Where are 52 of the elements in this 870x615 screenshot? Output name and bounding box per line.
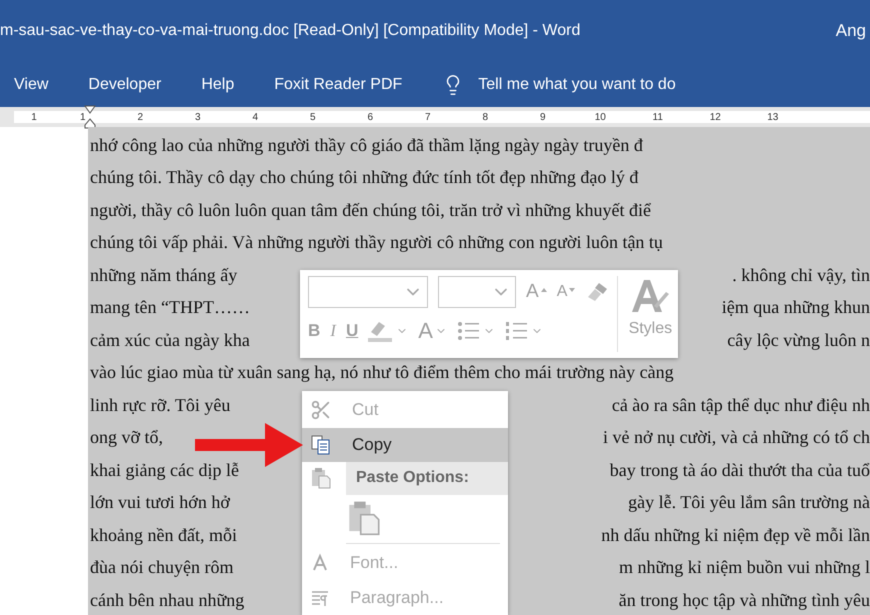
document-text: bay trong tà áo dài thướt tha của tuổ bbox=[610, 460, 870, 481]
document-text: iệm qua những khun bbox=[722, 297, 870, 318]
shrink-font-button[interactable]: A bbox=[556, 283, 576, 301]
document-text: i vẻ nở nụ cười, và cả những có tổ ch bbox=[603, 427, 870, 448]
italic-button[interactable]: I bbox=[330, 321, 336, 341]
document-text: lớn vui tươi hớn hở bbox=[90, 492, 230, 514]
document-text: cả ào ra sân tập thể dục như điệu nh bbox=[612, 394, 870, 416]
window-title: m-sau-sac-ve-thay-co-va-mai-truong.doc [Read-Only] [Compatibility Mode] - Word bbox=[0, 22, 580, 40]
copy-icon bbox=[310, 434, 332, 456]
document-text: vào lúc giao mùa từ xuân sang hạ, nó như tô điểm thêm cho mái trường này càng bbox=[90, 362, 674, 384]
ribbon-tab[interactable]: Help bbox=[201, 76, 234, 94]
font-size-field[interactable] bbox=[438, 276, 516, 308]
document-text: đùa nói chuyện rôm bbox=[90, 557, 234, 578]
document-text: linh rực rỡ. Tôi yêu bbox=[90, 394, 230, 416]
document-text: những năm tháng ấy bbox=[90, 264, 238, 286]
document-text: ong vỡ tổ, bbox=[90, 427, 164, 448]
document-text: cánh bên nhau những bbox=[90, 590, 244, 611]
document-text: người, thầy cô luôn luôn quan tâm đến chúng tôi, trăn trở vì những khuyết điể bbox=[90, 200, 651, 221]
font-color-button[interactable]: A bbox=[418, 318, 447, 344]
cut-icon bbox=[310, 399, 332, 422]
font-name-field[interactable] bbox=[308, 276, 428, 308]
document-text: cảm xúc của ngày kha bbox=[90, 330, 250, 351]
brush-icon[interactable] bbox=[585, 281, 610, 303]
ribbon-tab[interactable]: Developer bbox=[88, 76, 162, 94]
font-icon bbox=[310, 553, 330, 574]
document-text: m những kỉ niệm buồn vui những l bbox=[618, 557, 870, 578]
document-text: cây lộc vừng luôn n bbox=[727, 330, 870, 351]
document-text: khoảng nền đất, mỗi bbox=[90, 524, 237, 546]
document-text: gày lễ. Tôi yêu lắm sân trường nà bbox=[628, 492, 870, 514]
document-text: mang tên “THPT…… bbox=[90, 297, 250, 318]
menu-item[interactable]: Copy bbox=[302, 428, 508, 462]
document-text: chúng tôi. Thầy cô dạy cho chúng tôi những đức tính tốt đẹp những đạo lý đ bbox=[90, 167, 638, 188]
document-text: ăn trong học tập và những tình yêu bbox=[618, 590, 870, 611]
indent-marker-icon[interactable] bbox=[84, 105, 96, 129]
document-text: nhớ công lao của những người thầy cô giáo đã thầm lặng ngày ngày truyền đ bbox=[90, 134, 643, 156]
clipboard-icon bbox=[310, 467, 332, 490]
styles-button[interactable]: Styles bbox=[617, 276, 678, 352]
underline-button[interactable]: U bbox=[346, 321, 358, 341]
user-name: Ang bbox=[836, 21, 866, 41]
ribbon-tab[interactable]: View bbox=[14, 76, 48, 94]
grow-font-button[interactable]: A bbox=[526, 281, 547, 303]
menu-header: Paste Options: bbox=[346, 462, 508, 495]
numbering-button[interactable] bbox=[504, 320, 543, 342]
document-text: . không chỉ vậy, tìn bbox=[732, 264, 870, 286]
document-text: khai giảng các dịp lễ bbox=[90, 460, 239, 481]
document-text: nh dấu những kỉ niệm đẹp về mỗi lần bbox=[601, 524, 870, 546]
ribbon-tab[interactable]: Foxit Reader PDF bbox=[274, 76, 402, 94]
document-text: chúng tôi vấp phải. Và những người thầy người cô những con người luôn tận tụ bbox=[90, 232, 663, 254]
bold-button[interactable]: B bbox=[308, 321, 320, 341]
tell-me-field[interactable]: Tell me what you want to do bbox=[478, 76, 778, 94]
bullets-button[interactable] bbox=[456, 320, 495, 342]
highlight-button[interactable] bbox=[368, 320, 408, 342]
